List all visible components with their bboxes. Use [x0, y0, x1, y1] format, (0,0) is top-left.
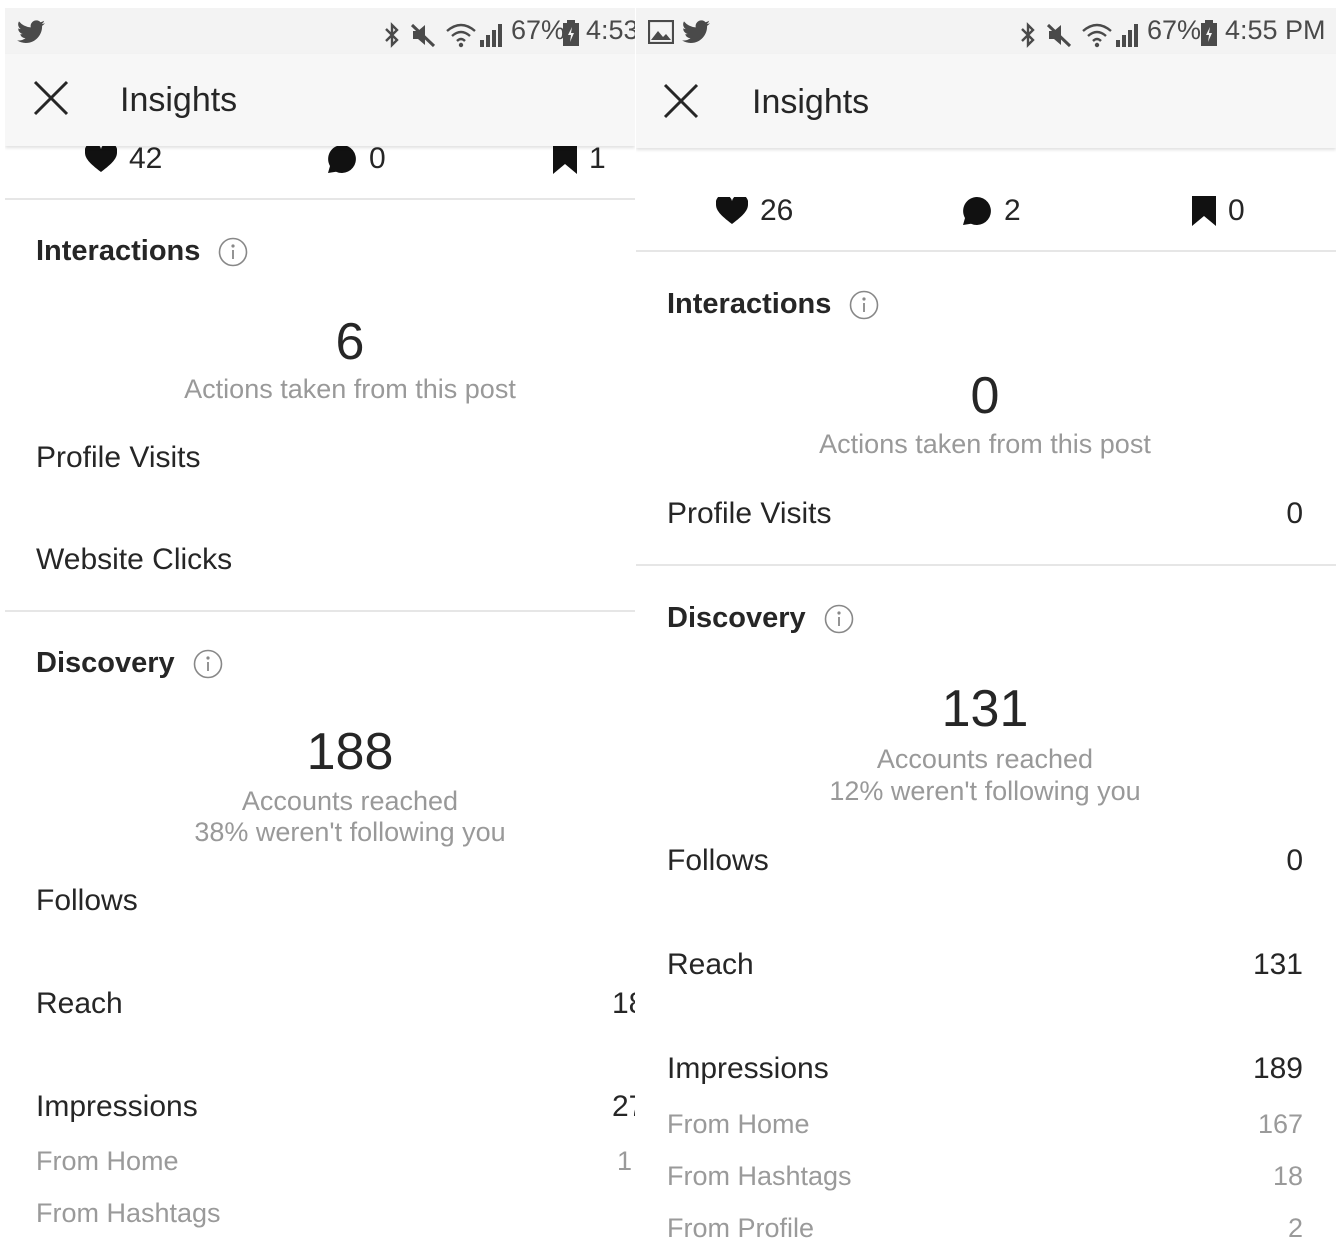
status-bar: 67% 4:53 [5, 8, 635, 54]
heart-icon [85, 145, 117, 172]
bookmark-icon [553, 144, 577, 174]
reach-label: Reach [36, 987, 123, 1020]
reach-value: 18 [612, 987, 635, 1020]
info-icon[interactable] [824, 604, 854, 634]
from-home-label: From Home [667, 1109, 810, 1139]
interactions-title: Interactions [667, 288, 879, 321]
comment-icon [328, 145, 356, 173]
right-screenshot: 67% 4:55 PM Insights 26 2 0 Interactions… [636, 0, 1336, 1243]
twitter-icon [17, 20, 45, 43]
impressions-label: Impressions [667, 1052, 829, 1085]
interactions-caption: Actions taken from this post [184, 374, 516, 404]
app-bar: Insights [636, 54, 1336, 148]
discovery-title: Discovery [36, 647, 223, 680]
follows-label: Follows [36, 884, 138, 917]
from-profile-value: 2 [1287, 1213, 1303, 1243]
follows-value: 0 [1286, 844, 1303, 877]
interactions-count: 6 [335, 313, 365, 371]
saves-stat: 1 [553, 142, 606, 176]
signal-icon [480, 24, 502, 47]
divider [5, 610, 635, 612]
interactions-title: Interactions [36, 235, 248, 268]
accounts-reached-count: 188 [306, 723, 394, 781]
twitter-icon [682, 20, 710, 43]
mute-icon [410, 23, 436, 48]
info-icon[interactable] [193, 649, 223, 679]
comments-stat: 2 [962, 194, 1021, 228]
signal-icon [1116, 24, 1138, 47]
close-icon[interactable] [663, 83, 699, 119]
follows-label: Follows [667, 844, 769, 877]
close-icon[interactable] [33, 80, 69, 116]
saves-count: 1 [589, 142, 606, 175]
from-hashtags-value: 18 [1272, 1161, 1303, 1191]
battery-icon [1201, 20, 1217, 46]
status-bar: 67% 4:55 PM [636, 8, 1336, 54]
info-icon[interactable] [218, 237, 248, 267]
not-following-caption: 12% weren't following you [829, 776, 1141, 806]
profile-visits-label: Profile Visits [36, 441, 201, 474]
from-hashtags-label: From Hashtags [36, 1198, 221, 1228]
from-home-label: From Home [36, 1146, 179, 1176]
info-icon[interactable] [849, 290, 879, 320]
page-title: Insights [120, 81, 238, 119]
accounts-reached-count: 131 [941, 680, 1029, 738]
reach-value: 131 [1252, 948, 1303, 981]
page-title: Insights [752, 83, 870, 121]
profile-visits-value: 0 [1286, 497, 1303, 530]
bluetooth-icon [1021, 22, 1035, 48]
accounts-reached-caption: Accounts reached [241, 786, 459, 816]
wifi-icon [446, 23, 476, 48]
from-profile-label: From Profile [667, 1213, 815, 1243]
wifi-icon [1082, 23, 1112, 48]
likes-count: 42 [129, 142, 163, 175]
website-clicks-label: Website Clicks [36, 543, 233, 576]
from-hashtags-label: From Hashtags [667, 1161, 852, 1191]
status-time: 4:55 PM [1225, 15, 1326, 45]
comment-icon [963, 197, 991, 225]
battery-icon [563, 20, 579, 46]
profile-visits-label: Profile Visits [667, 497, 832, 530]
saves-count: 0 [1228, 194, 1245, 227]
battery-percent: 67% [511, 15, 566, 45]
likes-stat: 42 [85, 142, 162, 176]
accounts-reached-caption: Accounts reached [876, 744, 1094, 774]
battery-percent: 67% [1147, 15, 1202, 45]
divider [636, 250, 1336, 252]
bluetooth-icon [385, 22, 399, 48]
likes-stat: 26 [716, 194, 793, 228]
from-home-value: 167 [1257, 1109, 1303, 1139]
from-home-value: 1 [617, 1146, 633, 1176]
divider [5, 198, 635, 200]
impressions-label: Impressions [36, 1090, 198, 1123]
divider [636, 564, 1336, 566]
bookmark-icon [1192, 196, 1216, 226]
reach-label: Reach [667, 948, 754, 981]
interactions-count: 0 [970, 367, 1000, 425]
comments-stat: 0 [327, 142, 386, 176]
saves-stat: 0 [1192, 194, 1245, 228]
comments-count: 2 [1004, 194, 1021, 227]
mute-icon [1046, 23, 1072, 48]
heart-icon [716, 197, 748, 224]
status-time: 4:53 [586, 15, 635, 45]
impressions-value: 189 [1252, 1052, 1303, 1085]
comments-count: 0 [369, 142, 386, 175]
discovery-title: Discovery [667, 602, 854, 635]
not-following-caption: 38% weren't following you [194, 817, 506, 847]
likes-count: 26 [760, 194, 794, 227]
app-bar: Insights [5, 54, 635, 146]
interactions-caption: Actions taken from this post [819, 429, 1151, 459]
gallery-icon [648, 20, 674, 44]
left-screenshot: 67% 4:53 Insights 42 0 1 Interactions 6 … [5, 0, 635, 1243]
impressions-value: 27 [612, 1090, 635, 1123]
